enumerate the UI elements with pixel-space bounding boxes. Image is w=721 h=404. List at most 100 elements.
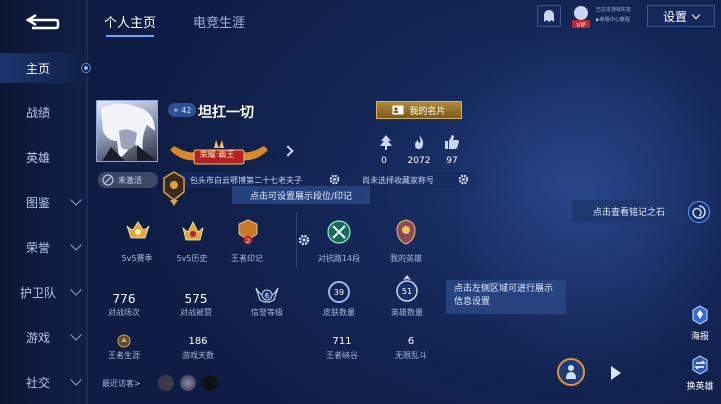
- gold-wing-badge-icon[interactable]: [125, 218, 151, 246]
- stat-label: 信誉等级: [251, 308, 283, 317]
- stat-value: 97: [446, 156, 458, 166]
- stat-label: 王者峡谷: [326, 351, 358, 360]
- hero-showcase-button[interactable]: [557, 358, 585, 386]
- settings-button[interactable]: 设置: [647, 5, 715, 27]
- ghost-icon: [544, 10, 554, 22]
- skin-count-ring[interactable]: 39: [328, 281, 350, 303]
- my-card-label: 我的名片: [409, 106, 446, 117]
- sidebar-item-label: 战绩: [26, 105, 51, 120]
- sidebar-item-codex[interactable]: 图鉴: [0, 187, 88, 217]
- level-value: 42: [181, 105, 192, 115]
- avatar[interactable]: [96, 100, 158, 162]
- poster-button[interactable]: 海报: [684, 304, 716, 348]
- sidebar-item-guard[interactable]: 护卫队: [0, 277, 88, 307]
- person-icon: [566, 365, 576, 379]
- sidebar-item-label: 英雄: [26, 150, 51, 165]
- king-career-icon[interactable]: [116, 333, 132, 349]
- swap-hero-button[interactable]: 换英雄: [682, 354, 718, 398]
- play-icon[interactable]: [611, 366, 621, 380]
- tab-esports-career[interactable]: 电竞生涯: [193, 12, 245, 31]
- poster-icon: [692, 305, 708, 325]
- sidebar-item-label: 图鉴: [26, 195, 51, 210]
- swap-hero-icon: [692, 355, 708, 375]
- rank-setting-tooltip: 点击可设置展示段位/印记: [232, 186, 370, 204]
- display-setting-tooltip: 点击左侧区域可进行展示信息设置: [446, 280, 566, 314]
- realname-status: 已在本游戏实名: [596, 7, 632, 13]
- stat-label: 对战被赞: [180, 308, 212, 317]
- sidebar-item-honor[interactable]: 荣誉: [0, 232, 88, 262]
- svg-text:VIP: VIP: [576, 22, 586, 29]
- inactive-badge[interactable]: 未激活: [98, 172, 158, 188]
- hero-portrait-icon: [101, 103, 157, 161]
- chevron-down-icon: [70, 194, 82, 206]
- poster-label: 海报: [690, 332, 709, 342]
- achievement-label: 我的英雄: [390, 254, 422, 263]
- id-card-icon: [392, 105, 404, 115]
- chevron-down-icon: [70, 374, 82, 386]
- stat-number: 39: [333, 287, 345, 297]
- stat-label: 对战场次: [108, 308, 140, 317]
- stat-number: 186: [188, 336, 208, 347]
- inactive-label: 未激活: [118, 175, 142, 185]
- stat-number: 711: [332, 336, 352, 347]
- sidebar-item-label: 主页: [26, 61, 51, 76]
- lock-icon: [102, 174, 114, 186]
- hero-count-emblem-icon[interactable]: 51: [392, 274, 422, 304]
- stat-label: 无限乱斗: [395, 351, 427, 360]
- sidebar-item-game[interactable]: 游戏: [0, 322, 88, 352]
- active-tab-underline: [106, 35, 154, 37]
- king-mark-badge: 2: [246, 238, 250, 245]
- player-name: 坦扛一切: [198, 105, 254, 121]
- active-indicator-icon: [81, 63, 91, 73]
- stat-label: 皮肤数量: [323, 308, 355, 317]
- stat-label: 游戏天数: [182, 351, 214, 360]
- sidebar-item-label: 游戏: [26, 330, 51, 345]
- chevron-down-icon: [70, 239, 82, 251]
- tutorial-link[interactable]: ▶新版中心教程: [596, 16, 630, 23]
- rank-shield-icon[interactable]: [162, 170, 186, 208]
- divider: [296, 212, 297, 268]
- stat-label: 王者生涯: [108, 351, 140, 360]
- sidebar-item-heroes[interactable]: 英雄: [0, 142, 88, 172]
- king-mark-icon[interactable]: 2: [235, 218, 261, 246]
- sidebar-item-record[interactable]: 战绩: [0, 97, 88, 127]
- sidebar-item-home[interactable]: 主页: [0, 53, 88, 83]
- inscription-stone-button[interactable]: [688, 201, 710, 223]
- gold-crown-badge-icon[interactable]: [180, 218, 206, 246]
- stat-label: 英雄数量: [391, 308, 423, 317]
- gear-icon[interactable]: [298, 234, 310, 246]
- stat-number: 575: [184, 292, 208, 306]
- back-arrow-icon[interactable]: [22, 10, 62, 34]
- hero-emblem-icon[interactable]: [393, 218, 419, 246]
- chevron-down-icon: [70, 329, 82, 341]
- lane-crossed-swords-icon[interactable]: [326, 218, 352, 246]
- avatar[interactable]: [180, 375, 196, 391]
- credit-level-value: 6: [265, 292, 270, 300]
- like-tree-icon: [380, 135, 392, 150]
- credit-wings-icon[interactable]: 6: [254, 284, 280, 306]
- chevron-down-icon: [70, 284, 82, 296]
- sidebar-item-label: 护卫队: [20, 285, 57, 300]
- recent-visitors-link[interactable]: 最近访客>: [102, 378, 141, 389]
- avatar[interactable]: [158, 375, 174, 391]
- gear-icon[interactable]: [458, 174, 469, 185]
- stat-number: 776: [112, 292, 136, 306]
- avatar[interactable]: [202, 375, 218, 391]
- rank-title: 荣耀·霸王: [199, 150, 235, 159]
- my-card-button[interactable]: 我的名片: [376, 101, 462, 119]
- vip-avatar-icon[interactable]: VIP: [570, 3, 592, 29]
- achievement-label: 对抗路14段: [317, 254, 361, 263]
- achievement-label: 王者印记: [231, 254, 263, 263]
- collector-title-text: 尚未选择收藏家称号: [362, 176, 434, 185]
- tab-personal-home[interactable]: 个人主页: [104, 12, 156, 31]
- chevron-down-icon: [691, 10, 701, 19]
- spiral-icon: [692, 205, 706, 219]
- gear-icon[interactable]: [329, 174, 340, 185]
- location-text: 包头市白云鄂博第二十七老夫子: [190, 176, 302, 185]
- message-button[interactable]: [537, 5, 561, 27]
- sidebar-item-label: 社交: [26, 375, 51, 390]
- inscription-stone-tooltip: 点击查看铭记之石: [572, 200, 686, 222]
- flame-icon: [415, 135, 424, 149]
- level-badge: ✦ 42: [168, 103, 196, 117]
- sidebar-item-social[interactable]: 社交: [0, 367, 88, 397]
